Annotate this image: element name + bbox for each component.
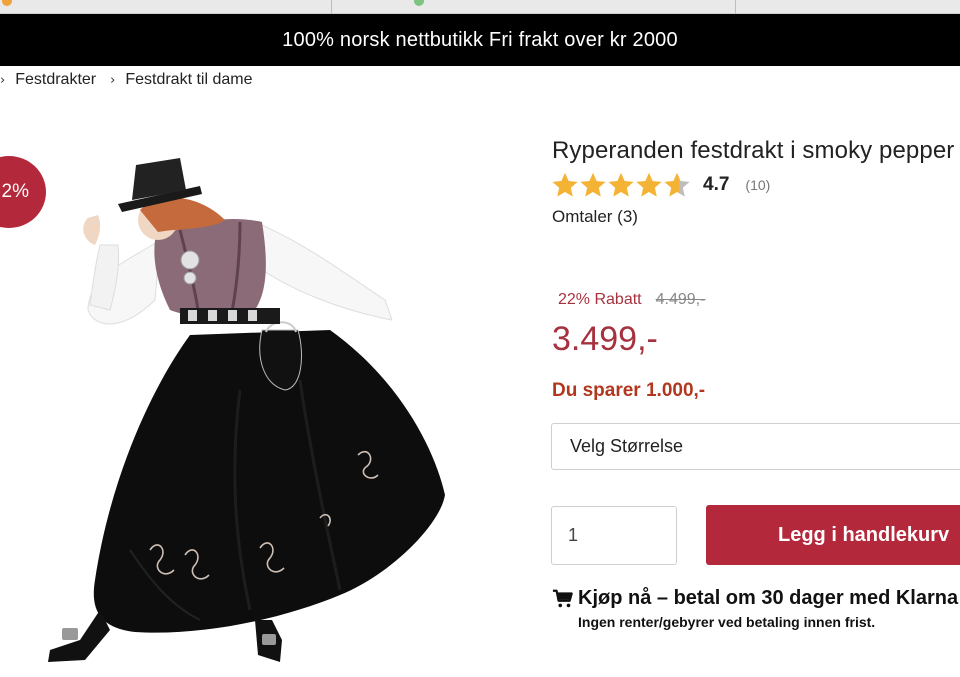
klarna-title: Kjøp nå – betal om 30 dager med Klarna <box>578 587 959 609</box>
breadcrumb-item-festdrakt-til-dame[interactable]: Festdrakt til dame <box>125 71 252 89</box>
product-image[interactable] <box>40 150 470 670</box>
breadcrumb: › Festdrakter › Festdrakt til dame <box>0 70 266 90</box>
star-icon <box>636 172 662 197</box>
add-to-cart-button[interactable]: Legg i handlekurv <box>706 505 960 565</box>
browser-tab-strip <box>0 0 960 14</box>
chevron-right-icon: › <box>110 72 116 88</box>
current-price: 3.499,- <box>552 320 658 358</box>
tab-favicon[interactable] <box>414 0 424 6</box>
size-select-value: Velg Størrelse <box>570 436 684 456</box>
tab-favicon[interactable] <box>2 0 12 6</box>
tab-divider <box>331 0 332 14</box>
breadcrumb-item-festdrakter[interactable]: Festdrakter <box>15 71 96 89</box>
klarna-subtext: Ingen renter/gebyrer ved betaling innen … <box>578 614 876 630</box>
tab-divider <box>735 0 736 14</box>
price-discount-row: 22% Rabatt 4.499,- <box>558 291 705 309</box>
star-icon <box>552 172 578 197</box>
reviews-link[interactable]: Omtaler (3) <box>552 207 638 227</box>
savings-text: Du sparer 1.000,- <box>552 380 706 401</box>
star-icon <box>580 172 606 197</box>
old-price: 4.499,- <box>655 291 706 308</box>
star-half-icon <box>664 172 690 197</box>
add-to-cart-label: Legg i handlekurv <box>778 523 950 546</box>
quantity-value: 1 <box>568 525 579 545</box>
discount-badge-text: 2% <box>1 181 29 202</box>
klarna-info: Kjøp nå – betal om 30 dager med Klarna <box>552 587 958 610</box>
chevron-right-icon: › <box>0 72 6 88</box>
rating-value: 4.7 <box>703 174 730 195</box>
rating[interactable]: 4.7 (10) <box>551 171 770 199</box>
quantity-input[interactable]: 1 <box>551 506 677 565</box>
cart-icon <box>552 589 573 607</box>
promo-bar: 100% norsk nettbutikk Fri frakt over kr … <box>0 14 960 66</box>
size-select[interactable]: Velg Størrelse <box>551 423 960 470</box>
star-icon <box>608 172 634 197</box>
rating-count: (10) <box>745 177 771 193</box>
promo-text: 100% norsk nettbutikk Fri frakt over kr … <box>282 28 678 51</box>
rating-stars <box>551 171 691 199</box>
product-title: Ryperanden festdrakt i smoky pepper <box>552 137 955 164</box>
discount-text: 22% Rabatt <box>558 291 642 308</box>
